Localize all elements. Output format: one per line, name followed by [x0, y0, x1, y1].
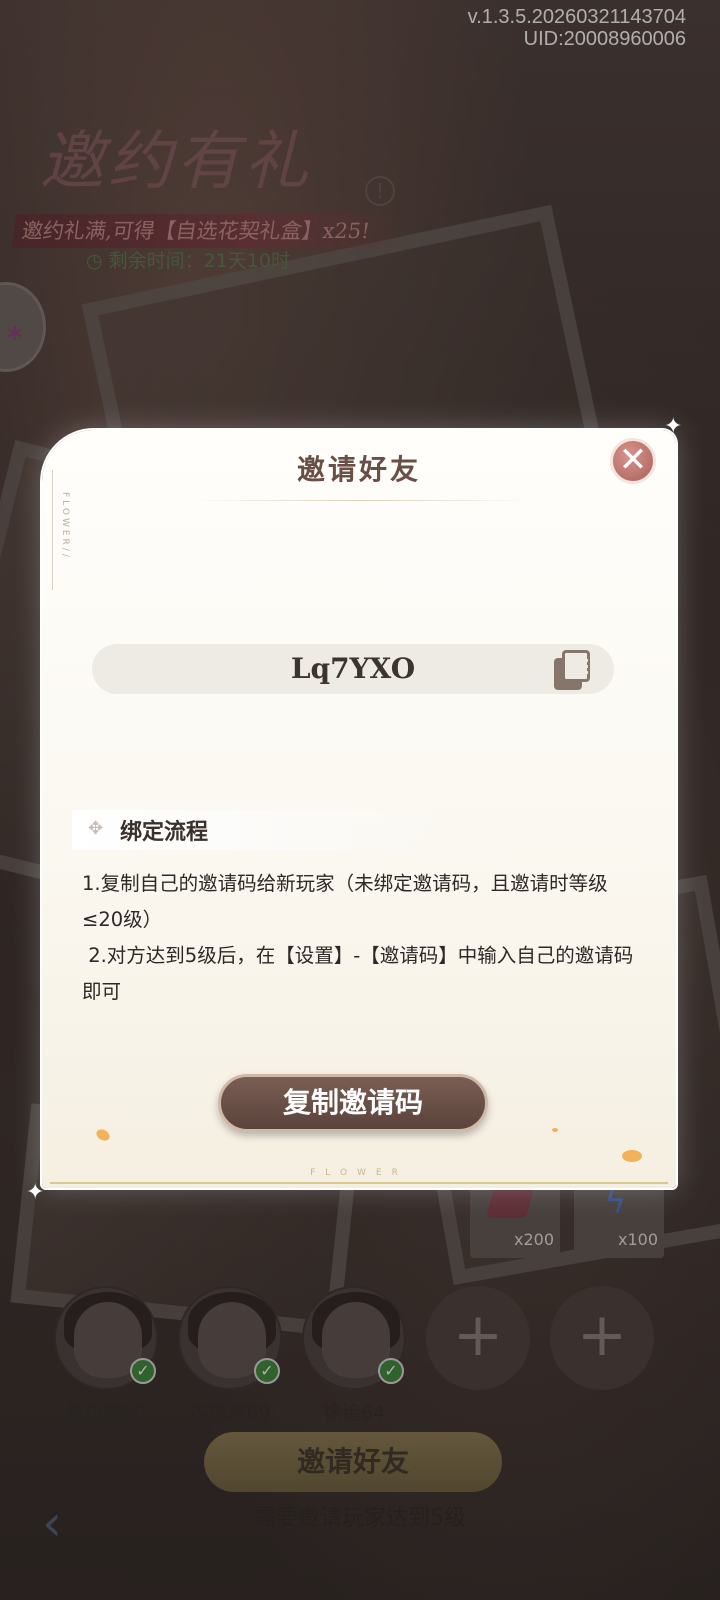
copy-icon-line: [570, 671, 588, 674]
close-button[interactable]: ✕: [610, 438, 656, 484]
dialog-title: 邀请好友: [296, 453, 421, 486]
petal-decoration: [94, 1127, 112, 1143]
invite-code-field: Lq7YXO: [92, 644, 614, 694]
instruction-step: 2.对方达到5级后，在【设置】-【邀请码】中输入自己的邀请码即可: [82, 944, 634, 1003]
title-divider: [192, 500, 532, 501]
section-header: ✥ 绑定流程: [72, 810, 452, 850]
close-icon: ✕: [618, 440, 648, 480]
bottom-decoration-label: FLOWER: [310, 1168, 408, 1178]
invite-dialog: FLOWER// 邀请好友 ✕ Lq7YXO ✥ 绑定流程 1.复制自己的邀请码…: [42, 430, 676, 1188]
copy-icon-line: [570, 659, 588, 662]
bottom-divider: [50, 1182, 668, 1184]
copy-icon-front: [562, 650, 590, 682]
instruction-step: 1.复制自己的邀请码给新玩家（未绑定邀请码，且邀请时等级≤20级）: [82, 872, 608, 931]
petal-decoration: [622, 1150, 642, 1162]
invite-code: Lq7YXO: [290, 652, 416, 685]
copy-icon[interactable]: [554, 650, 592, 690]
side-decoration: FLOWER//: [52, 470, 70, 590]
binding-instructions: 1.复制自己的邀请码给新玩家（未绑定邀请码，且邀请时等级≤20级） 2.对方达到…: [82, 866, 636, 1010]
section-title: 绑定流程: [120, 819, 209, 845]
copy-icon-line: [570, 665, 588, 668]
copy-invite-code-button[interactable]: 复制邀请码: [218, 1074, 488, 1132]
petal-decoration: [552, 1128, 558, 1132]
sparkle-icon: ✥: [88, 818, 104, 839]
